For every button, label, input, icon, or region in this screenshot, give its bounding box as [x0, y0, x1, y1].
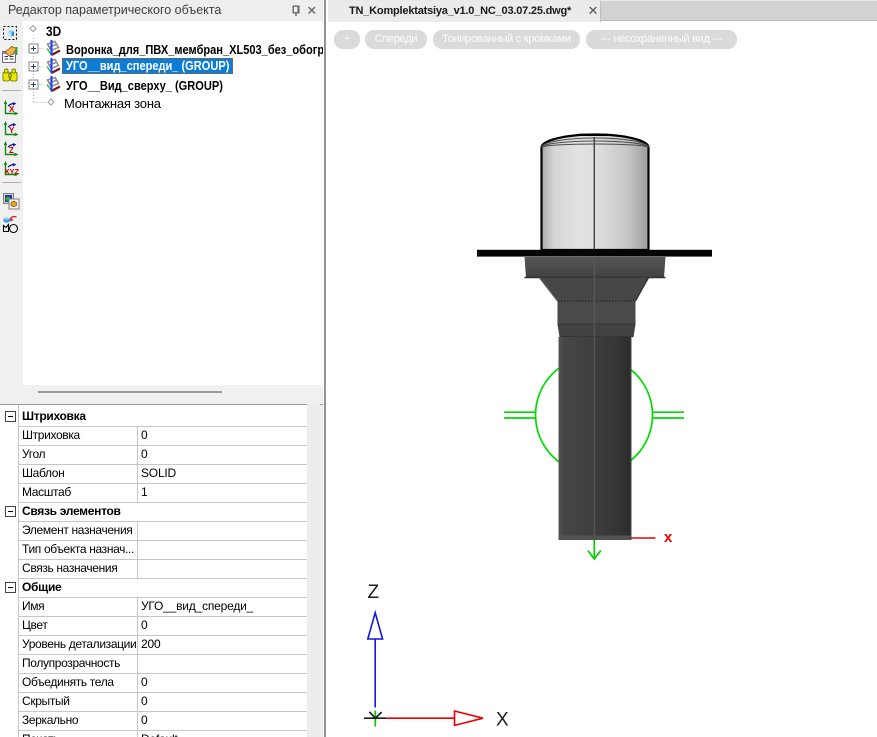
svg-text:Z: Z [368, 582, 380, 603]
svg-text:x: x [664, 529, 673, 546]
svg-text:X: X [496, 710, 509, 731]
svg-text:Z: Z [9, 146, 14, 155]
svg-text:XYZ: XYZ [5, 167, 20, 176]
svg-text:Y: Y [9, 126, 15, 135]
svg-text:X: X [9, 105, 15, 114]
